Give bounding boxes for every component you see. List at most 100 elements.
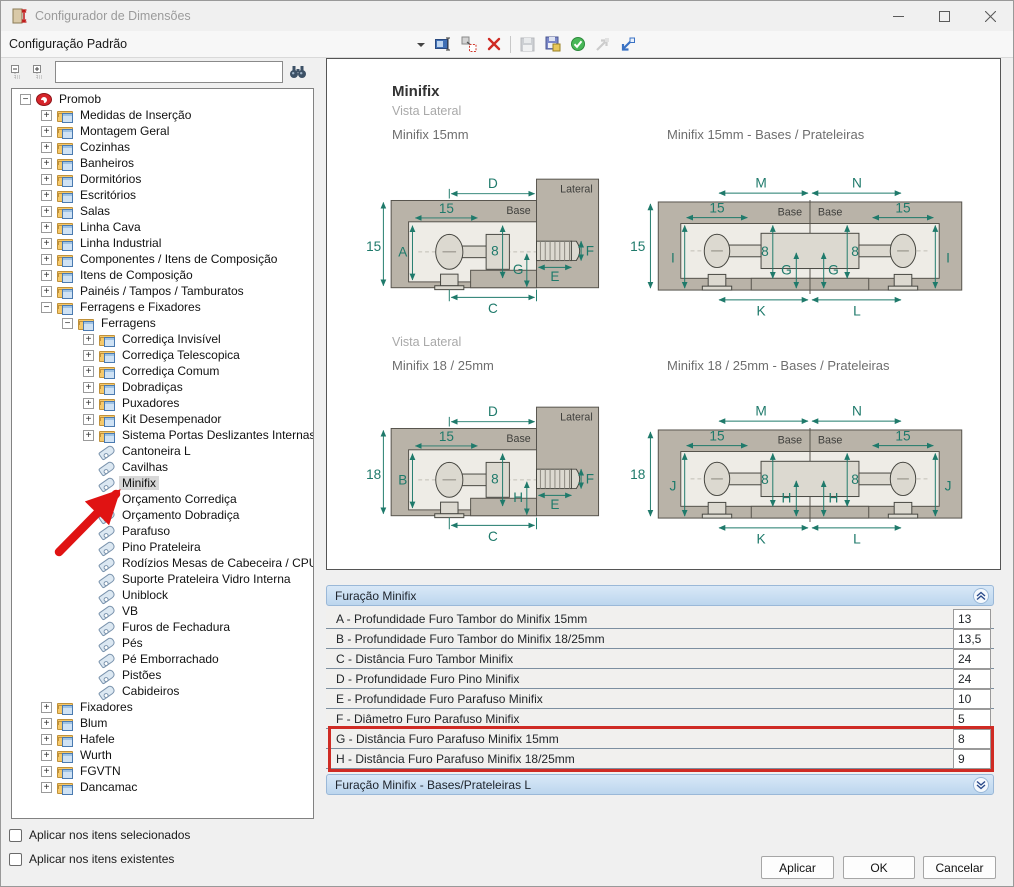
expand-all-button[interactable] [29, 61, 51, 83]
tree-item[interactable]: +Salas [12, 203, 313, 219]
section-header-furacao-minifix[interactable]: Furação Minifix [326, 585, 994, 606]
tree-expander[interactable]: + [41, 190, 52, 201]
dimension-value-field[interactable]: 13 [953, 609, 991, 629]
dimension-value-field[interactable]: 8 [953, 729, 991, 749]
tree-expander[interactable]: + [41, 766, 52, 777]
tree-item[interactable]: +Medidas de Inserção [12, 107, 313, 123]
tree-expander[interactable]: + [83, 430, 94, 441]
tree-expander[interactable]: + [83, 350, 94, 361]
tree-item[interactable]: Rodízios Mesas de Cabeceira / CPU [12, 555, 313, 571]
tree-item[interactable]: Parafuso [12, 523, 313, 539]
tree-expander[interactable]: + [41, 286, 52, 297]
apply-button[interactable]: Aplicar [761, 856, 834, 879]
tree-expander[interactable]: + [41, 158, 52, 169]
tree-item[interactable]: +Sistema Portas Deslizantes Internas [12, 427, 313, 443]
tree-item[interactable]: Cabideiros [12, 683, 313, 699]
dimension-value-field[interactable]: 24 [953, 669, 991, 689]
delete-config-button[interactable] [482, 33, 505, 56]
tree-expander[interactable]: − [20, 94, 31, 105]
tree-expander[interactable]: − [62, 318, 73, 329]
tree-item[interactable]: +Itens de Composição [12, 267, 313, 283]
search-button[interactable] [287, 61, 309, 83]
save-button[interactable] [516, 33, 539, 56]
maximize-button[interactable] [921, 1, 967, 31]
tree-item[interactable]: Cantoneira L [12, 443, 313, 459]
tree-item[interactable]: Pé Emborrachado [12, 651, 313, 667]
tree-item[interactable]: Pistões [12, 667, 313, 683]
tree-item[interactable]: +Linha Industrial [12, 235, 313, 251]
tree-item[interactable]: Uniblock [12, 587, 313, 603]
tree-item[interactable]: Orçamento Corrediça [12, 491, 313, 507]
tree-item[interactable]: +Dobradiças [12, 379, 313, 395]
section-header-furacao-minifix-bases[interactable]: Furação Minifix - Bases/Prateleiras L [326, 774, 994, 795]
tree-item[interactable]: +FGVTN [12, 763, 313, 779]
tree-item[interactable]: +Dormitórios [12, 171, 313, 187]
tree-item[interactable]: +Cozinhas [12, 139, 313, 155]
tree-expander[interactable]: + [83, 398, 94, 409]
close-button[interactable] [967, 1, 1013, 31]
export-config-button[interactable] [541, 33, 564, 56]
ok-button[interactable]: OK [843, 856, 915, 879]
configuration-combobox[interactable]: Configuração Padrão [1, 32, 431, 57]
tree-expander[interactable]: + [41, 782, 52, 793]
tree-expander[interactable]: + [41, 206, 52, 217]
tree-item[interactable]: Orçamento Dobradiça [12, 507, 313, 523]
minimize-button[interactable] [875, 1, 921, 31]
dimension-value-field[interactable]: 5 [953, 709, 991, 729]
dimension-value-field[interactable]: 10 [953, 689, 991, 709]
tree-item[interactable]: +Componentes / Itens de Composição [12, 251, 313, 267]
tree-item[interactable]: +Painéis / Tampos / Tamburatos [12, 283, 313, 299]
tree-item[interactable]: +Linha Cava [12, 219, 313, 235]
tree-expander[interactable]: + [41, 734, 52, 745]
tree-item[interactable]: +Banheiros [12, 155, 313, 171]
tree-item[interactable]: +Hafele [12, 731, 313, 747]
tree-item[interactable]: Pino Prateleira [12, 539, 313, 555]
tree-expander[interactable]: + [83, 366, 94, 377]
tree-expander[interactable]: + [41, 174, 52, 185]
search-input[interactable] [55, 61, 283, 83]
tree-item[interactable]: +Fixadores [12, 699, 313, 715]
tree-expander[interactable]: + [41, 254, 52, 265]
tree-expander[interactable]: + [41, 222, 52, 233]
tree-item[interactable]: −Promob [12, 91, 313, 107]
tree-expander[interactable]: + [41, 270, 52, 281]
copy-config-button[interactable] [457, 33, 480, 56]
tree-item[interactable]: Cavilhas [12, 459, 313, 475]
tree-item[interactable]: +Blum [12, 715, 313, 731]
tree-expander[interactable]: + [41, 126, 52, 137]
tree-item[interactable]: +Dancamac [12, 779, 313, 795]
rename-config-button[interactable] [432, 33, 455, 56]
tree-item[interactable]: +Corrediça Invisível [12, 331, 313, 347]
apply-config-button[interactable] [566, 33, 589, 56]
tree-item[interactable]: +Montagem Geral [12, 123, 313, 139]
tree-expander[interactable]: + [41, 702, 52, 713]
tree-item[interactable]: Furos de Fechadura [12, 619, 313, 635]
tree-item[interactable]: +Corrediça Comum [12, 363, 313, 379]
tree-expander[interactable]: + [41, 718, 52, 729]
tree-item[interactable]: −Ferragens e Fixadores [12, 299, 313, 315]
tree-item[interactable]: Suporte Prateleira Vidro Interna [12, 571, 313, 587]
tree-expander[interactable]: + [41, 238, 52, 249]
tree-expander[interactable]: − [41, 302, 52, 313]
dimension-value-field[interactable]: 9 [953, 749, 991, 769]
import-config-button[interactable] [616, 33, 639, 56]
dimension-value-field[interactable]: 13,5 [953, 629, 991, 649]
dimension-value-field[interactable]: 24 [953, 649, 991, 669]
tree-item[interactable]: Minifix [12, 475, 313, 491]
collapse-section-button[interactable] [973, 588, 989, 604]
tree-item[interactable]: +Escritórios [12, 187, 313, 203]
apply-selected-checkbox[interactable] [9, 829, 22, 842]
tree-item[interactable]: +Kit Desempenador [12, 411, 313, 427]
cancel-button[interactable]: Cancelar [923, 856, 996, 879]
collapse-all-button[interactable] [7, 61, 29, 83]
tree-expander[interactable]: + [83, 414, 94, 425]
tree-item[interactable]: Pés [12, 635, 313, 651]
tree-expander[interactable]: + [41, 142, 52, 153]
tree-expander[interactable]: + [41, 750, 52, 761]
tree-item[interactable]: VB [12, 603, 313, 619]
link-button[interactable] [591, 33, 614, 56]
tree-item[interactable]: +Puxadores [12, 395, 313, 411]
tree-item[interactable]: −Ferragens [12, 315, 313, 331]
tree-expander[interactable]: + [83, 382, 94, 393]
tree-item[interactable]: +Corrediça Telescopica [12, 347, 313, 363]
